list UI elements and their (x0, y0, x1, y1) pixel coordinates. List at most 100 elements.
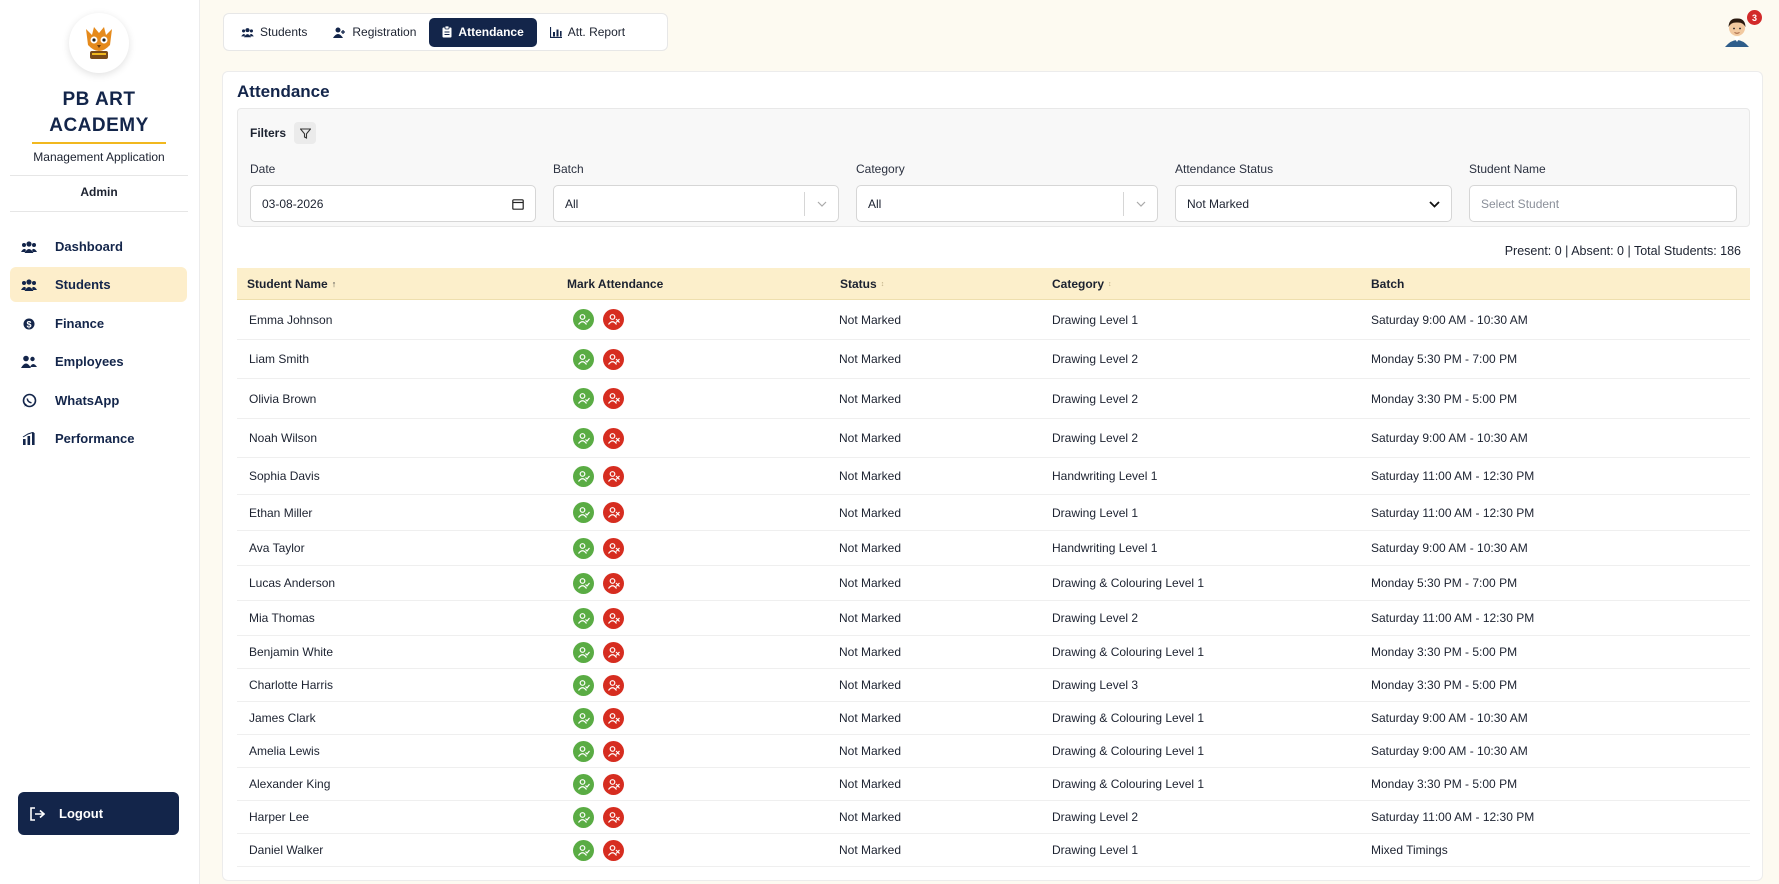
mark-attendance-cell (573, 669, 633, 701)
tab-students[interactable]: Students (228, 18, 320, 47)
batch-cell: Saturday 11:00 AM - 12:30 PM (1371, 810, 1535, 824)
student-name-cell: Alexander King (249, 777, 331, 791)
mark-present-button[interactable] (573, 839, 594, 861)
column-header-category[interactable]: Category ↕ (1052, 268, 1112, 300)
user-x-icon (607, 646, 620, 658)
category-cell: Handwriting Level 1 (1052, 469, 1158, 483)
mark-absent-button[interactable] (603, 607, 624, 629)
tab-registration[interactable]: Registration (320, 18, 429, 47)
column-header-batch: Batch (1371, 268, 1404, 300)
sidebar-item-performance[interactable]: Performance (10, 421, 187, 456)
table-row: Mia Thomas Not Marked Drawing Level 2 Satur… (237, 601, 1750, 636)
mark-present-button[interactable] (573, 572, 594, 594)
mark-absent-button[interactable] (603, 427, 624, 449)
batch-value: All (565, 196, 579, 211)
mark-absent-button[interactable] (603, 641, 624, 663)
tab-label: Attendance (458, 25, 524, 39)
mark-absent-button[interactable] (603, 309, 624, 330)
mark-absent-button[interactable] (603, 465, 624, 487)
batch-cell: Monday 5:30 PM - 7:00 PM (1371, 352, 1518, 366)
user-group-icon (21, 354, 37, 370)
attendance-panel: Attendance Filters Date 03-08-2026 Batch… (222, 71, 1763, 881)
date-field[interactable]: 03-08-2026 (250, 185, 536, 222)
mark-attendance-cell (573, 735, 633, 767)
mark-absent-button[interactable] (603, 537, 624, 559)
chevron-down-icon (1123, 192, 1157, 216)
user-x-icon (607, 393, 620, 404)
table-row: Ethan Miller Not Marked Drawing Level 1 Sat… (237, 495, 1750, 531)
mark-absent-button[interactable] (603, 674, 624, 696)
logout-button[interactable]: Logout (18, 792, 179, 835)
sidebar-item-whatsapp[interactable]: WhatsApp (10, 383, 187, 418)
sidebar-item-finance[interactable]: $ Finance (10, 306, 187, 341)
mark-present-button[interactable] (573, 773, 594, 795)
student-name-cell: Daniel Walker (249, 843, 324, 857)
filter-toggle-button[interactable] (294, 122, 317, 144)
column-header-student-name[interactable]: Student Name ↑ (247, 268, 336, 300)
mark-present-button[interactable] (573, 707, 594, 729)
mark-present-button[interactable] (573, 427, 594, 449)
batch-cell: Monday 3:30 PM - 5:00 PM (1371, 391, 1518, 406)
batch-cell: Saturday 9:00 AM - 10:30 AM (1371, 431, 1528, 445)
mark-attendance-cell (573, 379, 633, 418)
tab-label: Att. Report (567, 25, 626, 39)
mark-present-button[interactable] (573, 309, 594, 330)
mark-present-button[interactable] (573, 465, 594, 487)
mark-attendance-cell (573, 495, 633, 530)
tab-attendance[interactable]: Attendance (429, 17, 537, 47)
attendance-status-select[interactable]: Not Marked (1175, 185, 1452, 222)
sidebar-item-dashboard[interactable]: Dashboard (10, 229, 187, 264)
mark-absent-button[interactable] (603, 806, 624, 828)
category-cell: Drawing Level 1 (1052, 505, 1139, 520)
status-cell: Not Marked (839, 391, 902, 406)
app-subtitle: Management Application (33, 150, 165, 164)
mark-absent-button[interactable] (603, 839, 624, 861)
sidebar-item-label: Dashboard (55, 239, 123, 254)
batch-select[interactable]: All (553, 185, 839, 222)
user-check-icon (577, 577, 590, 589)
mark-attendance-cell (573, 636, 633, 668)
mark-present-button[interactable] (573, 740, 594, 762)
sidebar-item-students[interactable]: Students (10, 267, 187, 302)
batch-cell: Saturday 9:00 AM - 10:30 AM (1371, 312, 1528, 327)
table-row: Amelia Lewis Not Marked Drawing & Colourin… (237, 735, 1750, 768)
column-header-status[interactable]: Status ↕ (840, 268, 884, 300)
student-name-cell: Noah Wilson (249, 431, 318, 445)
category-cell: Drawing & Colouring Level 1 (1052, 744, 1205, 758)
tab-att-report[interactable]: Att. Report (537, 18, 638, 47)
column-label: Student Name (247, 277, 328, 291)
mark-absent-button[interactable] (603, 502, 624, 523)
mark-present-button[interactable] (573, 806, 594, 828)
mark-present-button[interactable] (573, 537, 594, 559)
table-row: Sophia Davis Not Marked Handwriting Level … (237, 458, 1750, 495)
mark-attendance-cell (573, 340, 633, 378)
notification-badge[interactable]: 3 (1747, 10, 1762, 25)
calendar-icon[interactable] (501, 192, 535, 216)
attendance-summary: Present: 0 | Absent: 0 | Total Students:… (1504, 244, 1741, 258)
sidebar-item-employees[interactable]: Employees (10, 344, 187, 379)
sidebar-item-label: Performance (55, 431, 135, 446)
mark-absent-button[interactable] (603, 707, 624, 729)
mark-absent-button[interactable] (603, 773, 624, 795)
mark-present-button[interactable] (573, 674, 594, 696)
category-select[interactable]: All (856, 185, 1158, 222)
mark-absent-button[interactable] (603, 388, 624, 409)
status-cell: Not Marked (839, 431, 902, 445)
student-name-select[interactable]: Select Student (1469, 185, 1737, 222)
mark-present-button[interactable] (573, 641, 594, 663)
user-check-icon (577, 646, 590, 658)
mark-present-button[interactable] (573, 502, 594, 523)
mark-present-button[interactable] (573, 607, 594, 629)
student-name-cell: Harper Lee (249, 810, 310, 824)
mark-present-button[interactable] (573, 388, 594, 409)
mark-present-button[interactable] (573, 348, 594, 370)
column-label: Batch (1371, 277, 1405, 291)
bar-chart-icon (21, 431, 37, 447)
mark-absent-button[interactable] (603, 740, 624, 762)
mark-absent-button[interactable] (603, 572, 624, 594)
user-x-icon (607, 432, 620, 444)
mark-absent-button[interactable] (603, 348, 624, 370)
table-row: Harper Lee Not Marked Drawing Level 2 Satur… (237, 801, 1750, 834)
student-name-cell: Liam Smith (249, 352, 310, 366)
student-name-cell: Mia Thomas (249, 611, 315, 625)
